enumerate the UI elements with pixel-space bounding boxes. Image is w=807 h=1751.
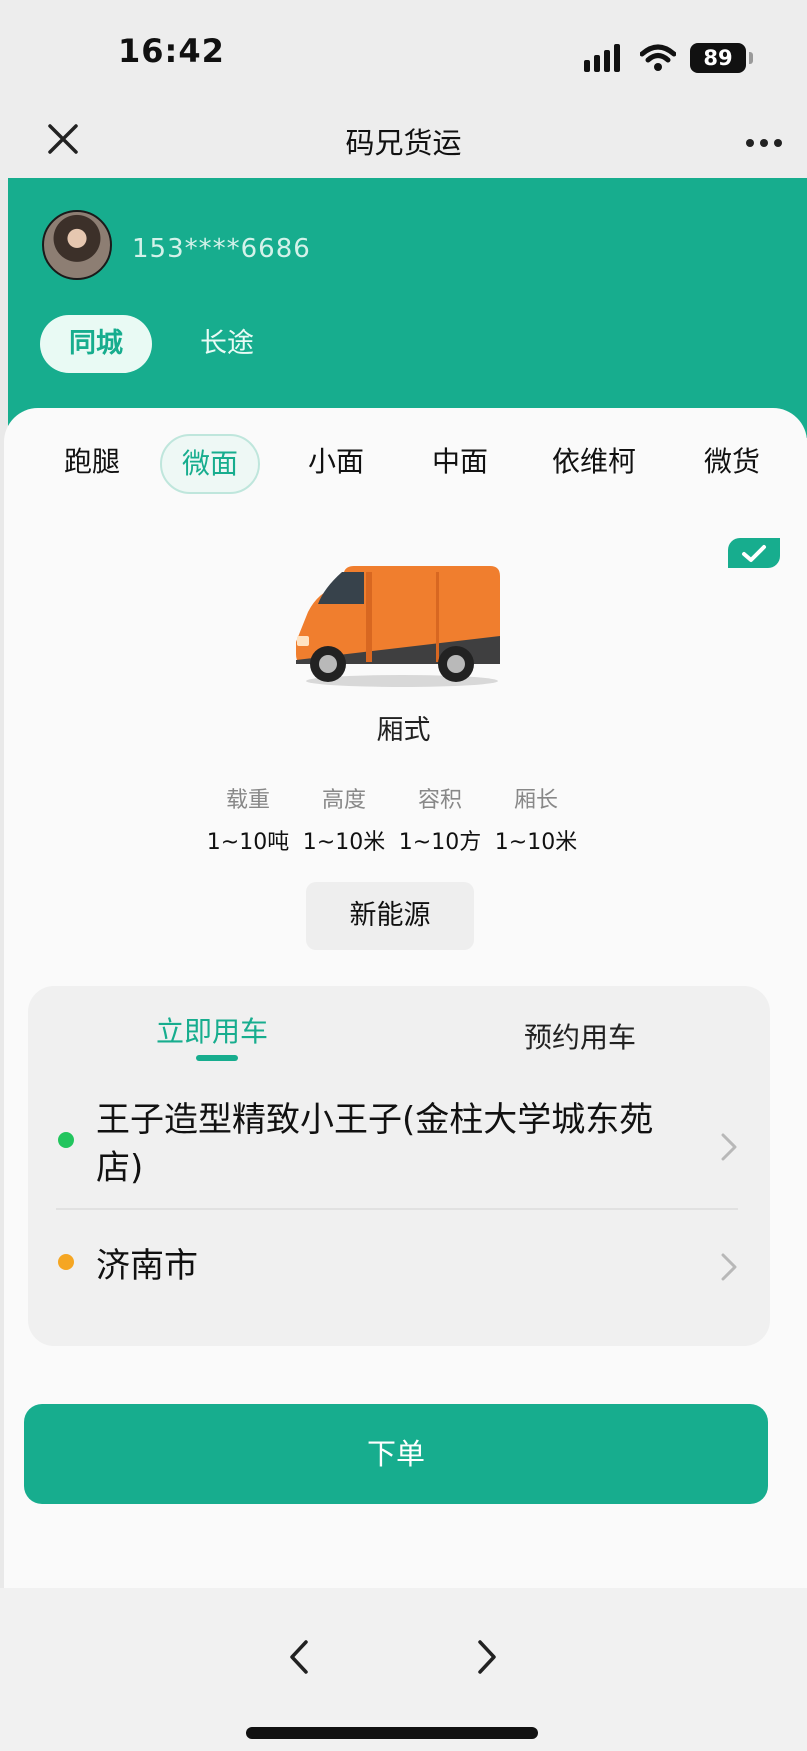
tab-scheduled[interactable]: 预约用车: [524, 1016, 636, 1056]
check-icon: [728, 538, 780, 568]
spec-volume: 容积 1~10方: [390, 782, 490, 856]
avatar[interactable]: [42, 210, 112, 280]
vehicle-tab-mini-van[interactable]: 微面: [160, 434, 261, 494]
to-dot-icon: [58, 1254, 74, 1270]
chevron-right-icon[interactable]: [720, 1252, 738, 1282]
from-address[interactable]: 王子造型精致小王子(金柱大学城东苑店): [96, 1096, 686, 1192]
user-phone: 153****6686: [132, 234, 311, 264]
account-header: 153****6686 同城 长途: [8, 178, 807, 438]
vehicle-tab-errand[interactable]: 跑腿: [64, 440, 120, 480]
spec-length: 厢长 1~10米: [486, 782, 586, 856]
forward-icon[interactable]: [474, 1638, 500, 1676]
chevron-right-icon[interactable]: [720, 1132, 738, 1162]
spec-label: 载重: [225, 788, 270, 813]
tab-city[interactable]: 同城: [40, 315, 152, 373]
vehicle-tab-small-van[interactable]: 小面: [308, 440, 364, 480]
spec-height: 高度 1~10米: [294, 782, 394, 856]
status-time: 16:42: [118, 32, 225, 70]
from-dot-icon: [58, 1132, 74, 1148]
page-title: 码兄货运: [345, 126, 462, 160]
title-bar: 码兄货运: [0, 100, 807, 180]
more-icon[interactable]: [745, 138, 783, 148]
spec-label: 高度: [321, 788, 366, 813]
browser-bottom-bar: [0, 1588, 807, 1751]
wifi-icon: [640, 44, 676, 71]
spec-value: 1~10吨: [206, 830, 290, 855]
to-address[interactable]: 济南市: [96, 1238, 198, 1287]
spec-label: 容积: [417, 788, 462, 813]
vehicle-tab-micro-truck[interactable]: 微货: [704, 440, 760, 480]
spec-label: 厢长: [513, 788, 558, 813]
address-divider: [56, 1208, 738, 1210]
spec-load: 载重 1~10吨: [198, 782, 298, 856]
vehicle-tab-iveco[interactable]: 依维柯: [552, 440, 636, 480]
spec-value: 1~10米: [494, 830, 578, 855]
battery-indicator: 89: [690, 43, 753, 73]
vehicle-type: 厢式: [376, 715, 431, 746]
back-icon[interactable]: [286, 1638, 312, 1676]
home-indicator: [246, 1727, 538, 1739]
tab-long-distance[interactable]: 长途: [200, 315, 254, 373]
signal-icon: [584, 44, 620, 72]
spec-value: 1~10米: [302, 830, 386, 855]
vehicle-tab-medium-van[interactable]: 中面: [432, 440, 488, 480]
tab-instant[interactable]: 立即用车: [156, 1010, 268, 1050]
active-tab-indicator: [196, 1055, 238, 1061]
status-bar: 16:42 89: [0, 0, 807, 100]
spec-value: 1~10方: [398, 830, 482, 855]
submit-order-button[interactable]: 下单: [24, 1404, 768, 1504]
new-energy-button[interactable]: 新能源: [306, 882, 474, 950]
van-illustration: [296, 566, 500, 687]
